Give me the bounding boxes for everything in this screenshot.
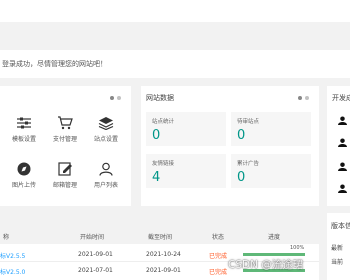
cart-icon [58, 116, 73, 130]
compass-icon [17, 162, 31, 176]
stat-value: 0 [237, 128, 246, 143]
user-icon [338, 138, 347, 147]
tool-user-list[interactable]: 用户列表 [89, 162, 123, 189]
stat-label: 站点统计 [152, 119, 175, 125]
stat-value: 0 [237, 170, 246, 185]
carousel-dots[interactable] [298, 96, 309, 100]
edit-icon [58, 162, 72, 176]
stat-label: 待审站点 [237, 119, 260, 125]
watermark: CSDN @流途珺 [228, 259, 304, 271]
panel-title: 网站数据 [146, 94, 174, 102]
progress-fill [243, 253, 305, 256]
quick-tools-panel: 模板设置 支付管理 站点设置 图片上传 邮箱管理 用户列表 [0, 86, 131, 206]
tool-label: 站点设置 [93, 136, 118, 143]
stat-value: 4 [152, 170, 161, 185]
stat-card[interactable]: 站点统计 0 [146, 112, 226, 146]
status-badge: 已完成 [209, 253, 228, 260]
welcome-message: 登录成功，尽情管理您的网站吧！ [2, 60, 107, 68]
version-name-link[interactable]: 标V2.5.0 [0, 267, 25, 276]
tool-payment[interactable]: 支付管理 [48, 116, 82, 143]
user-icon [99, 162, 113, 176]
welcome-banner: 登录成功，尽情管理您的网站吧！ [0, 50, 350, 78]
website-data-panel: 网站数据 站点统计 0 待审站点 0 友情链接 4 累计广告 0 [141, 86, 319, 206]
user-icon [338, 162, 347, 171]
stat-card[interactable]: 友情链接 4 [146, 154, 226, 188]
status-badge: 已完成 [209, 269, 228, 276]
column-header: 状态 [212, 234, 225, 241]
tool-email-management[interactable]: 邮箱管理 [48, 162, 82, 189]
progress-bar [243, 253, 305, 256]
start-date: 2021-07-01 [78, 267, 113, 274]
tool-label: 用户列表 [93, 182, 118, 189]
user-icon [338, 116, 347, 125]
tool-label: 邮箱管理 [52, 182, 77, 189]
tool-template-settings[interactable]: 模板设置 [7, 116, 41, 143]
tool-label: 模板设置 [11, 136, 36, 143]
user-icon [338, 184, 347, 193]
stat-label: 友情链接 [152, 161, 175, 167]
end-date: 2021-10-24 [146, 251, 181, 258]
tool-label: 支付管理 [52, 136, 77, 143]
progress-label: 100% [290, 245, 305, 251]
column-header: 截至时间 [148, 234, 173, 241]
sliders-icon [17, 117, 31, 129]
stat-card[interactable]: 累计广告 0 [231, 154, 311, 188]
carousel-dots[interactable] [110, 96, 121, 100]
start-date: 2021-09-01 [78, 251, 113, 258]
top-bar [0, 0, 350, 22]
version-name-link[interactable]: 标V2.5.5 [0, 251, 25, 260]
tool-label: 图片上传 [11, 182, 36, 189]
column-header: 进度 [268, 234, 281, 241]
table-header: 称 开始时间 截至时间 状态 进度 [0, 226, 319, 244]
layers-icon [98, 117, 114, 130]
column-header: 称 [3, 234, 10, 241]
developers-panel: 开发成 [327, 86, 350, 206]
panel-title: 版本信 [331, 222, 350, 230]
latest-version-label: 最新 [331, 245, 344, 252]
version-panel: 版本信 最新 当前 [327, 213, 350, 280]
column-header: 开始时间 [80, 234, 105, 241]
tool-image-upload[interactable]: 图片上传 [7, 162, 41, 189]
tool-site-settings[interactable]: 站点设置 [89, 116, 123, 143]
stat-card[interactable]: 待审站点 0 [231, 112, 311, 146]
stat-label: 累计广告 [237, 161, 260, 167]
current-version-label: 当前 [331, 259, 344, 266]
end-date: 2021-09-01 [146, 267, 181, 274]
stat-value: 0 [152, 128, 161, 143]
panel-title: 开发成 [332, 94, 350, 102]
